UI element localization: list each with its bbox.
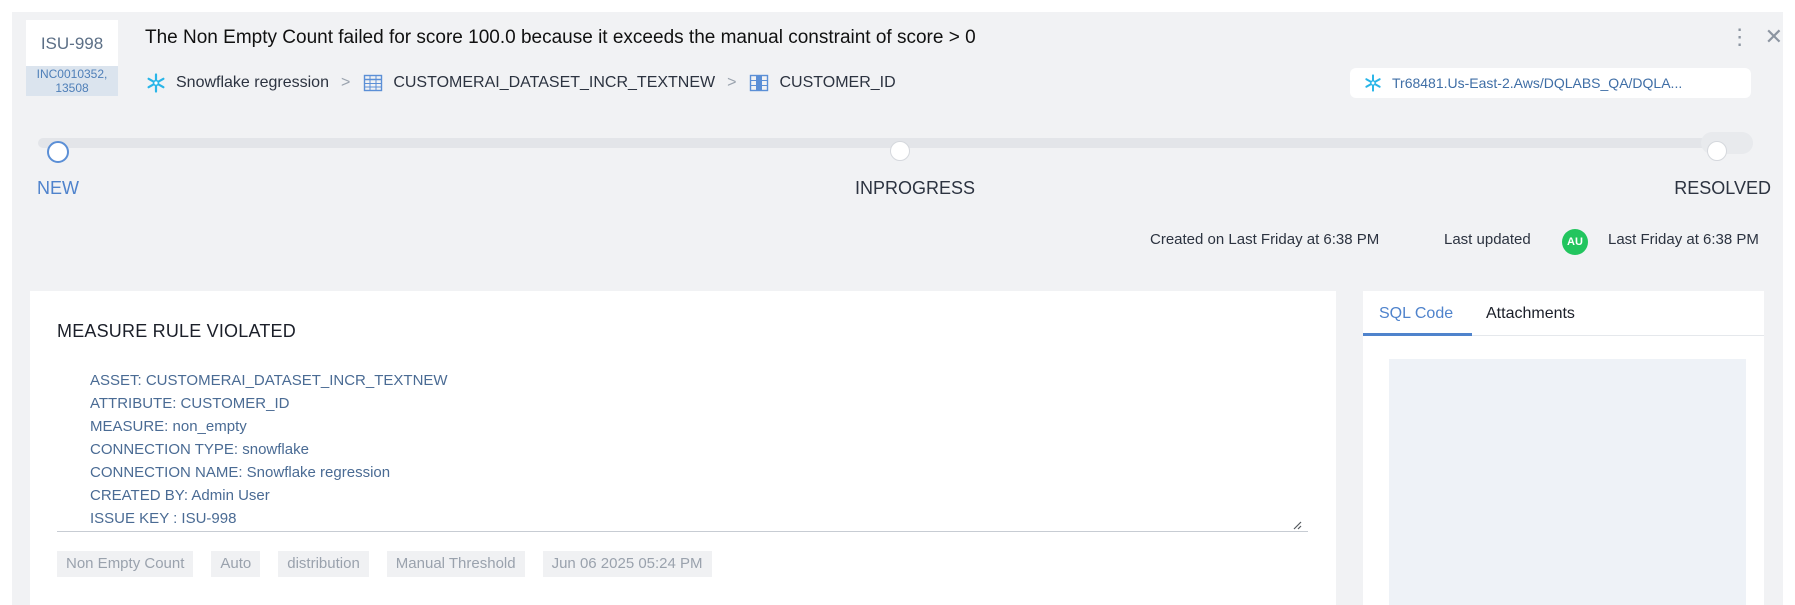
incident-number: INC0010352, 13508 [26, 66, 118, 96]
description-line: ATTRIBUTE: CUSTOMER_ID [90, 395, 290, 412]
description-line: ASSET: CUSTOMERAI_DATASET_INCR_TEXTNEW [90, 372, 448, 389]
avatar[interactable]: AU [1562, 229, 1588, 255]
resize-handle-icon[interactable] [1292, 517, 1302, 530]
description-line: CONNECTION TYPE: snowflake [90, 441, 309, 458]
rule-card: MEASURE RULE VIOLATED ASSET: CUSTOMERAI_… [30, 291, 1336, 605]
breadcrumb-attribute[interactable]: CUSTOMER_ID [779, 74, 895, 92]
status-step-inprogress[interactable] [890, 141, 910, 161]
card-heading: MEASURE RULE VIOLATED [57, 321, 296, 341]
snowflake-icon [145, 72, 167, 94]
active-tab-indicator [1363, 333, 1472, 336]
tag[interactable]: Manual Threshold [386, 551, 525, 577]
breadcrumb: Snowflake regression > CUSTOMERAI_DATASE… [145, 70, 896, 96]
description-line: MEASURE: non_empty [90, 418, 247, 435]
tag[interactable]: Non Empty Count [57, 551, 194, 577]
side-tabs: SQL Code Attachments [1363, 291, 1764, 336]
status-step-new[interactable] [47, 141, 69, 163]
issue-id-box: ISU-998 INC0010352, 13508 [26, 20, 118, 96]
tag[interactable]: distribution [278, 551, 369, 577]
breadcrumb-dataset[interactable]: CUSTOMERAI_DATASET_INCR_TEXTNEW [393, 74, 715, 92]
last-updated-time: Last Friday at 6:38 PM [1608, 231, 1759, 248]
table-icon [362, 72, 384, 94]
tab-sql-code[interactable]: SQL Code [1379, 305, 1453, 323]
tab-attachments[interactable]: Attachments [1486, 305, 1575, 323]
snowflake-icon [1364, 74, 1382, 92]
breadcrumb-separator: > [727, 74, 737, 91]
issue-id: ISU-998 [40, 34, 104, 53]
tag[interactable]: Jun 06 2025 05:24 PM [542, 551, 712, 577]
status-label-inprogress[interactable]: INPROGRESS [855, 178, 975, 199]
sql-code-box[interactable] [1389, 359, 1746, 605]
header-actions: ⋮ ✕ [1729, 26, 1783, 48]
description-textarea[interactable]: ASSET: CUSTOMERAI_DATASET_INCR_TEXTNEW A… [57, 367, 1308, 532]
connection-path: Tr68481.Us-East-2.Aws/DQLABS_QA/DQLA... [1392, 75, 1683, 91]
tag[interactable]: Auto [211, 551, 261, 577]
created-date: Created on Last Friday at 6:38 PM [1150, 231, 1380, 248]
close-icon[interactable]: ✕ [1765, 26, 1783, 48]
side-panel: SQL Code Attachments [1363, 291, 1764, 605]
status-label-resolved[interactable]: RESOLVED [1674, 178, 1771, 199]
status-label-new[interactable]: NEW [37, 178, 79, 199]
issue-title: The Non Empty Count failed for score 100… [145, 27, 976, 48]
description-line: CONNECTION NAME: Snowflake regression [90, 464, 391, 481]
description-line: ISSUE KEY : ISU-998 [90, 510, 237, 527]
more-options-icon[interactable]: ⋮ [1729, 26, 1751, 48]
description-line: CREATED BY: Admin User [90, 487, 270, 504]
column-icon [748, 72, 770, 94]
status-step-resolved[interactable] [1707, 141, 1727, 161]
last-updated-label: Last updated [1444, 231, 1531, 248]
breadcrumb-separator: > [340, 74, 351, 91]
tag-list: Non Empty Count Auto distribution Manual… [57, 551, 712, 577]
connection-path-pill[interactable]: Tr68481.Us-East-2.Aws/DQLABS_QA/DQLA... [1350, 68, 1751, 98]
breadcrumb-connection[interactable]: Snowflake regression [176, 74, 329, 92]
